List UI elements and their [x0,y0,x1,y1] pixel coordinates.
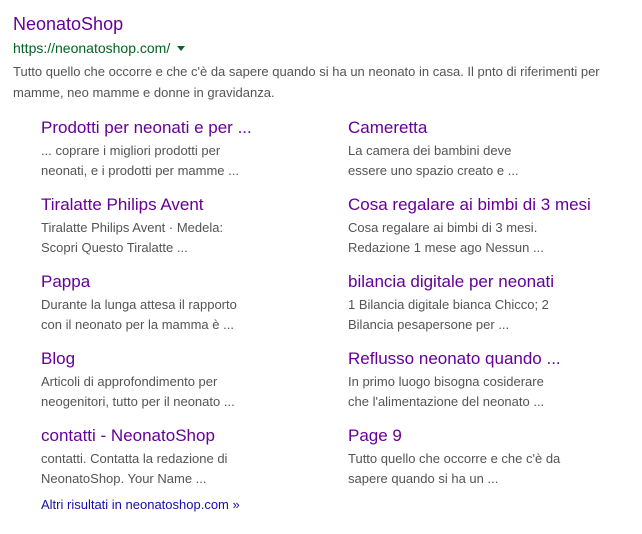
sitelink: Cameretta La camera dei bambini deve ess… [348,117,618,181]
caret-down-icon[interactable] [177,45,186,51]
sitelink-desc-line: neonati, e i prodotti per mamme ... [41,163,239,178]
sitelink-description: Tutto quello che occorre e che c'è da sa… [348,449,618,489]
sitelink-desc-line: Tutto quello che occorre e che c'è da [348,451,561,466]
sitelink-title[interactable]: Prodotti per neonati e per ... [41,117,311,139]
search-result: NeonatoShop https://neonatoshop.com/ Tut… [13,12,628,103]
sitelink-description: 1 Bilancia digitale bianca Chicco; 2 Bil… [348,295,618,335]
sitelink: Reflusso neonato quando ... In primo luo… [348,348,618,412]
sitelink-desc-line: Scopri Questo Tiralatte ... [41,240,188,255]
sitelink-description: Durante la lunga attesa il rapporto con … [41,295,311,335]
sitelink-desc-line: Tiralatte Philips Avent · Medela: [41,220,224,235]
sitelink-desc-line: In primo luogo bisogna cosiderare [348,374,544,389]
sitelink-desc-line: 1 Bilancia digitale bianca Chicco; 2 [348,297,549,312]
sitelink-desc-line: contatti. Contatta la redazione di [41,451,228,466]
sitelink-desc-line: Durante la lunga attesa il rapporto [41,297,237,312]
sitelink-desc-line: con il neonato per la mamma è ... [41,317,234,332]
sitelink-description: contatti. Contatta la redazione di Neona… [41,449,311,489]
sitelink-title[interactable]: Cameretta [348,117,618,139]
sitelink-description: Tiralatte Philips Avent · Medela: Scopri… [41,218,311,258]
sitelink-desc-line: La camera dei bambini deve [348,143,512,158]
sitelink-description: La camera dei bambini deve essere uno sp… [348,141,618,181]
sitelink-desc-line: NeonatoShop. Your Name ... [41,471,207,486]
sitelink-title[interactable]: Blog [41,348,311,370]
sitelink: Prodotti per neonati e per ... ... copra… [41,117,311,181]
sitelink-title[interactable]: contatti - NeonatoShop [41,425,311,447]
sitelink-desc-line: ... coprare i migliori prodotti per [41,143,221,158]
sitelink: contatti - NeonatoShop contatti. Contatt… [41,425,311,489]
sitelink: Tiralatte Philips Avent Tiralatte Philip… [41,194,311,258]
sitelink: Blog Articoli di approfondimento per neo… [41,348,311,412]
sitelink-desc-line: Cosa regalare ai bimbi di 3 mesi. [348,220,538,235]
sitelink-desc-line: che l'alimentazione del neonato ... [348,394,545,409]
sitelink-desc-line: essere uno spazio creato e ... [348,163,519,178]
sitelink-title[interactable]: Page 9 [348,425,618,447]
sitelink-description: Articoli di approfondimento per neogenit… [41,372,311,412]
sitelink-title[interactable]: bilancia digitale per neonati [348,271,618,293]
sitelink-desc-line: Articoli di approfondimento per [41,374,218,389]
sitelink-desc-line: neogenitori, tutto per il neonato ... [41,394,235,409]
sitelink: Cosa regalare ai bimbi di 3 mesi Cosa re… [348,194,618,258]
sitelink: Page 9 Tutto quello che occorre e che c'… [348,425,618,489]
result-url: https://neonatoshop.com/ [13,40,171,56]
result-url-row: https://neonatoshop.com/ [13,39,628,57]
sitelink-desc-line: sapere quando si ha un ... [348,471,499,486]
sitelink-title[interactable]: Pappa [41,271,311,293]
sitelink-desc-line: Redazione 1 mese ago Nessun ... [348,240,544,255]
sitelink-title[interactable]: Tiralatte Philips Avent [41,194,311,216]
sitelink: Pappa Durante la lunga attesa il rapport… [41,271,311,335]
sitelink-desc-line: Bilancia pesapersone per ... [348,317,510,332]
sitelink-description: In primo luogo bisogna cosiderare che l'… [348,372,618,412]
sitelink-title[interactable]: Reflusso neonato quando ... [348,348,618,370]
sitelink: bilancia digitale per neonati 1 Bilancia… [348,271,618,335]
result-snippet: Tutto quello che occorre e che c'è da sa… [13,64,600,100]
sitelink-title[interactable]: Cosa regalare ai bimbi di 3 mesi [348,194,618,216]
more-results-link[interactable]: Altri risultati in neonatoshop.com » [41,497,240,513]
result-title-link[interactable]: NeonatoShop [13,12,628,36]
sitelink-description: Cosa regalare ai bimbi di 3 mesi. Redazi… [348,218,618,258]
sitelink-description: ... coprare i migliori prodotti per neon… [41,141,311,181]
